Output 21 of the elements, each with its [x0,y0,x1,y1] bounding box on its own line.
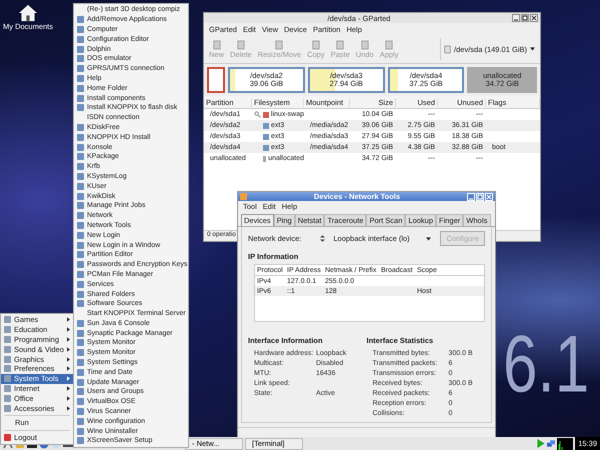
page-icon [275,40,284,50]
caret-icon [426,236,432,240]
page-icon [212,40,220,50]
page-icon [312,40,320,50]
network-icon[interactable] [547,439,556,448]
cpu-graph-icon [557,438,574,450]
page-icon [336,40,344,50]
page-icon [236,40,245,50]
partition-block[interactable] [207,67,225,93]
page-icon [360,40,369,50]
minimize-icon[interactable] [512,14,520,22]
caret-icon [530,47,535,51]
play-icon[interactable] [537,439,546,448]
app-icon [4,434,11,442]
wallpaper-text: 6.1 [503,325,590,406]
app-icon [240,193,247,200]
house-icon[interactable] [18,4,38,22]
maximize-icon[interactable] [521,14,529,22]
close-icon[interactable] [530,14,538,22]
page-icon [385,40,394,50]
updown-icon [320,235,326,242]
